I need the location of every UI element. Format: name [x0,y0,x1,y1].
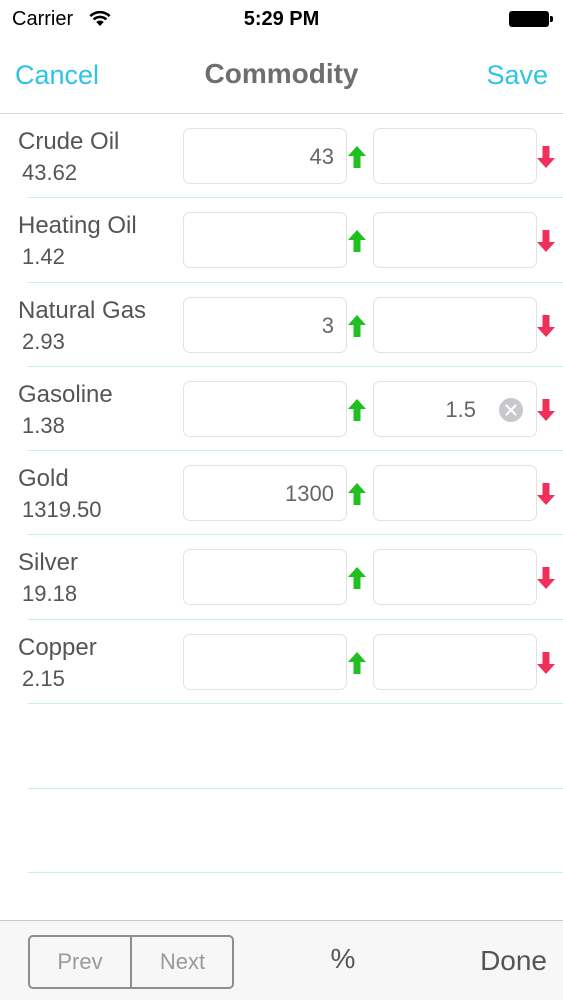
low-alert-input[interactable]: 1.5 [373,380,537,437]
arrow-down-icon [537,483,555,506]
high-alert-input[interactable] [183,549,347,606]
commodity-price: 1.42 [22,244,65,270]
high-alert-value: 43 [309,144,334,169]
empty-row-divider [28,872,563,873]
commodity-name: Heating Oil [18,212,137,240]
save-button[interactable]: Save [486,60,548,91]
high-alert-input[interactable]: 1300 [183,465,347,522]
commodity-name: Gold [18,465,69,493]
high-alert-input[interactable]: 3 [183,296,347,353]
arrow-down-icon [537,146,555,168]
low-alert-input[interactable] [373,212,537,269]
commodity-name: Crude Oil [18,128,120,155]
prev-button[interactable]: Prev [30,937,132,987]
arrow-down-icon [537,230,555,253]
commodity-row-gasoline: Gasoline 1.38 1.5 [0,367,563,452]
commodity-row-copper: Copper 2.15 [0,620,563,705]
commodity-price: 1319.50 [22,497,102,523]
row-divider [28,703,563,705]
commodity-list: Crude Oil 43.62 43 Heating Oil 1.42 Natu… [0,114,563,873]
low-alert-value: 1.5 [445,396,476,422]
status-bar: Carrier 5:29 PM [0,0,563,38]
commodity-row-natural-gas: Natural Gas 2.93 3 [0,283,563,367]
commodity-price: 2.15 [22,665,65,691]
low-alert-input[interactable] [373,549,537,606]
commodity-price: 2.93 [22,328,65,354]
commodity-name: Natural Gas [18,296,147,324]
prev-next-segmented-control: Prev Next [28,935,234,989]
commodity-name: Gasoline [18,380,113,408]
high-alert-input[interactable] [183,633,347,690]
done-button[interactable]: Done [480,945,547,977]
arrow-down-icon [537,398,555,421]
arrow-down-icon [537,567,555,590]
low-alert-input[interactable] [373,633,537,690]
commodity-price: 19.18 [22,581,78,607]
commodity-name: Copper [18,633,97,661]
commodity-name: Silver [18,549,79,577]
high-alert-input[interactable] [183,380,347,437]
arrow-up-icon [348,230,366,253]
clock: 5:29 PM [243,8,320,30]
next-button[interactable]: Next [132,937,232,987]
navigation-bar: Cancel Commodity Save [0,38,563,114]
commodity-row-heating-oil: Heating Oil 1.42 [0,198,563,283]
arrow-up-icon [348,483,366,506]
high-alert-value: 3 [321,312,334,338]
arrow-up-icon [348,398,366,421]
commodity-price: 1.38 [22,412,65,438]
arrow-down-icon [537,314,555,337]
clear-text-icon[interactable] [499,397,523,422]
high-alert-input[interactable] [183,212,347,269]
arrow-up-icon [348,651,366,674]
low-alert-input[interactable] [373,128,537,184]
arrow-up-icon [348,146,366,168]
high-alert-value: 1300 [285,481,334,507]
input-accessory-toolbar: Prev Next % Done [0,920,563,1000]
empty-row-divider [28,788,563,789]
commodity-row-gold: Gold 1319.50 1300 [0,451,563,536]
commodity-row-silver: Silver 19.18 [0,535,563,620]
arrow-up-icon [348,567,366,590]
arrow-down-icon [537,651,555,674]
percent-button[interactable]: % [320,943,366,975]
low-alert-input[interactable] [373,296,537,353]
battery-icon [509,11,553,27]
commodity-price: 43.62 [22,160,78,185]
commodity-row-crude-oil: Crude Oil 43.62 43 [0,114,563,199]
page-title: Commodity [204,58,359,89]
low-alert-input[interactable] [373,465,537,522]
high-alert-input[interactable]: 43 [183,128,347,184]
arrow-up-icon [348,314,366,337]
